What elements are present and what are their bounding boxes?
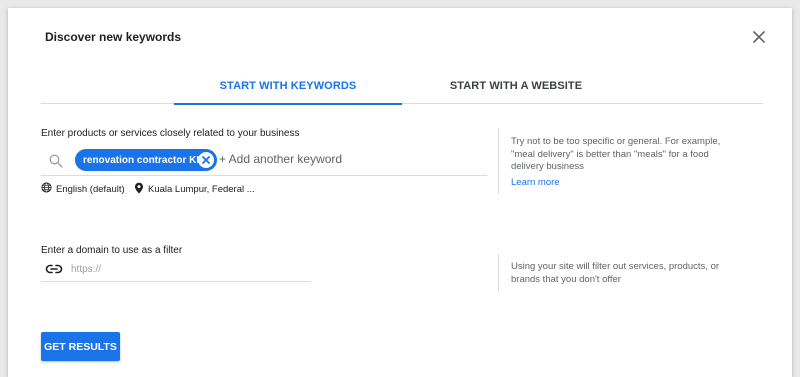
domain-input-row bbox=[41, 256, 311, 282]
link-icon bbox=[45, 262, 63, 281]
tab-bar: START WITH KEYWORDS START WITH A WEBSITE bbox=[41, 68, 763, 105]
close-icon[interactable] bbox=[749, 27, 769, 47]
learn-more-link[interactable]: Learn more bbox=[511, 177, 560, 188]
keywords-help-divider bbox=[498, 128, 499, 194]
keywords-label: Enter products or services closely relat… bbox=[41, 128, 300, 139]
domain-input[interactable] bbox=[71, 261, 301, 277]
domain-help-text: Using your site will filter out services… bbox=[511, 261, 720, 285]
discover-keywords-dialog: Discover new keywords START WITH KEYWORD… bbox=[8, 8, 792, 377]
tab-label: START WITH KEYWORDS bbox=[219, 80, 357, 92]
domain-label: Enter a domain to use as a filter bbox=[41, 245, 183, 256]
location-pin-icon bbox=[134, 182, 144, 197]
get-results-button[interactable]: GET RESULTS bbox=[41, 332, 120, 361]
chip-remove-icon[interactable] bbox=[198, 152, 214, 168]
keyword-input-row[interactable]: renovation contractor KL + Add another k… bbox=[41, 146, 487, 176]
keyword-chip-label: renovation contractor KL bbox=[83, 154, 203, 166]
tab-label: START WITH A WEBSITE bbox=[449, 80, 583, 92]
tab-start-with-keywords[interactable]: START WITH KEYWORDS bbox=[174, 68, 402, 105]
search-icon bbox=[48, 153, 64, 174]
domain-help-divider bbox=[498, 254, 499, 292]
location-label: Kuala Lumpur, Federal ... bbox=[148, 184, 255, 195]
language-selector[interactable]: English (default) bbox=[41, 182, 125, 196]
language-label: English (default) bbox=[56, 183, 125, 195]
dialog-title: Discover new keywords bbox=[45, 30, 182, 44]
keywords-help-text: Try not to be too specific or general. F… bbox=[511, 136, 721, 172]
keyword-chip: renovation contractor KL bbox=[75, 149, 217, 171]
tab-start-with-website[interactable]: START WITH A WEBSITE bbox=[402, 68, 630, 104]
location-selector[interactable]: Kuala Lumpur, Federal ... bbox=[134, 182, 255, 197]
globe-icon bbox=[41, 182, 52, 196]
add-keyword-input[interactable]: + Add another keyword bbox=[219, 152, 342, 166]
